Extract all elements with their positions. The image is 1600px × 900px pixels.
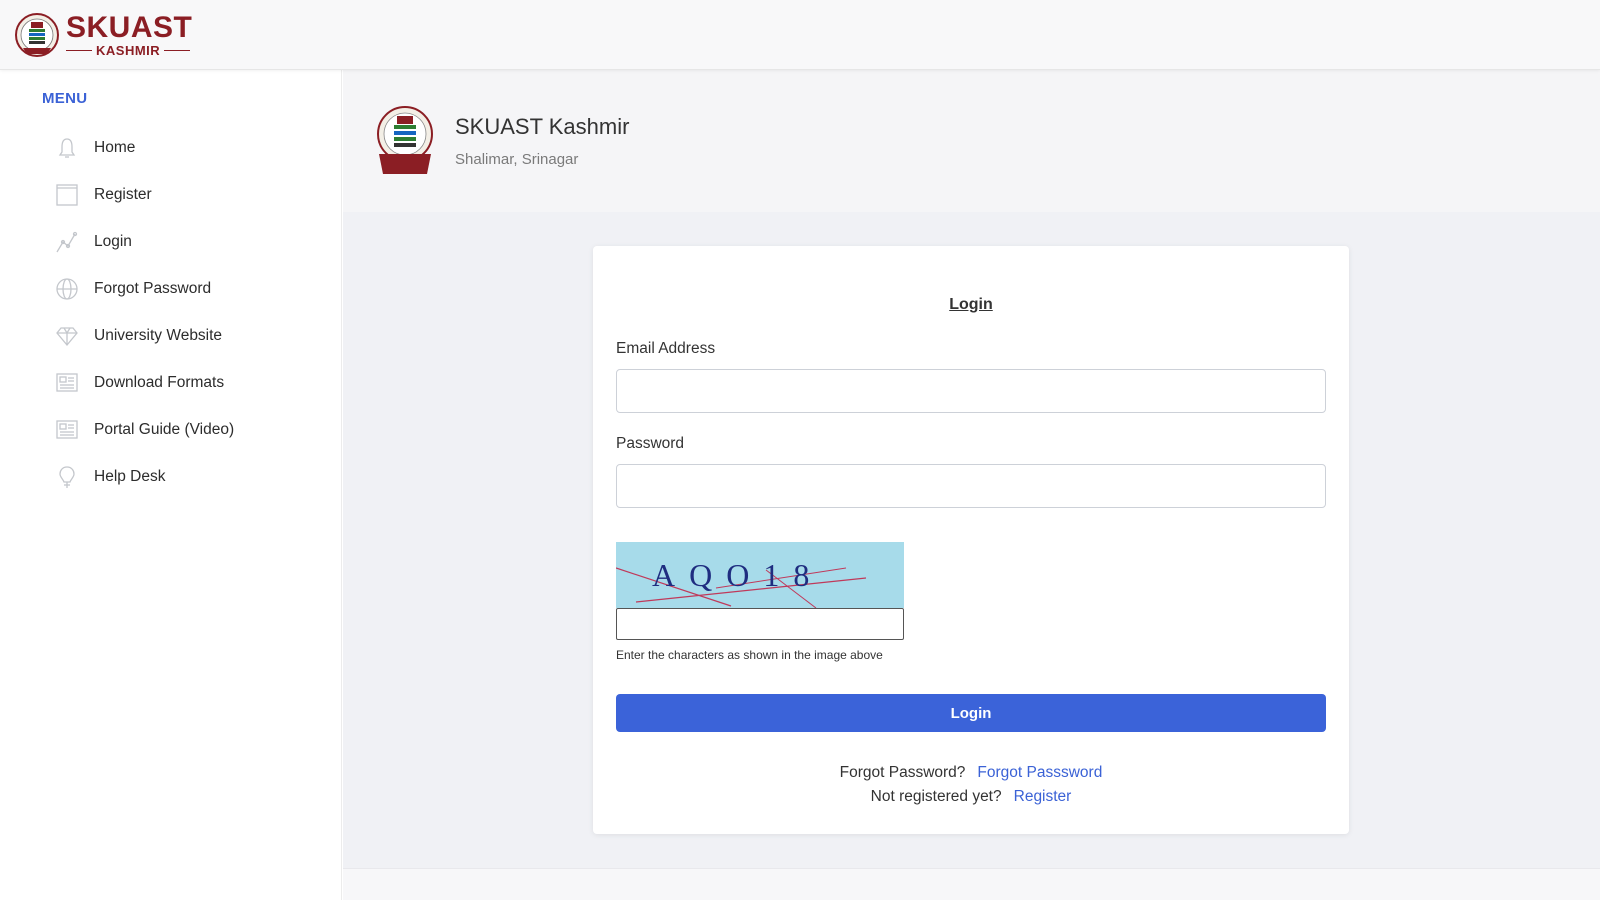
diamond-icon — [54, 323, 80, 349]
sidebar-item-university-website[interactable]: University Website — [54, 312, 234, 359]
brand-logo[interactable]: SKUAST KASHMIR — [14, 10, 192, 60]
page-title: SKUAST Kashmir — [455, 114, 630, 139]
sidebar-item-label: Forgot Password — [94, 279, 212, 297]
lightbulb-icon — [54, 464, 80, 490]
page-header: SKUAST Kashmir Shalimar, Srinagar — [343, 70, 1600, 212]
sidebar: MENU Home Register Login Forgot Password… — [14, 70, 342, 900]
graph-icon — [54, 229, 80, 255]
register-row: Not registered yet? Register — [593, 788, 1349, 806]
brand-subname: KASHMIR — [96, 43, 161, 58]
menu-list: Home Register Login Forgot Password Univ… — [54, 124, 234, 500]
sidebar-item-label: University Website — [94, 326, 223, 344]
sidebar-item-home[interactable]: Home — [54, 124, 234, 171]
globe-icon — [54, 276, 80, 302]
email-label: Email Address — [616, 340, 716, 357]
forgot-password-prompt: Forgot Password? — [839, 764, 966, 781]
register-prompt: Not registered yet? — [870, 788, 1002, 805]
sidebar-item-label: Download Formats — [94, 373, 225, 391]
sidebar-item-label: Help Desk — [94, 467, 166, 485]
password-field[interactable] — [616, 464, 1326, 508]
captcha-input[interactable] — [616, 608, 904, 640]
sidebar-item-login[interactable]: Login — [54, 218, 234, 265]
menu-heading: MENU — [42, 90, 88, 107]
sidebar-item-forgot-password[interactable]: Forgot Password — [54, 265, 234, 312]
brand-name: SKUAST — [66, 11, 193, 44]
main-content: SKUAST Kashmir Shalimar, Srinagar Login … — [343, 70, 1600, 900]
sidebar-item-register[interactable]: Register — [54, 171, 234, 218]
sidebar-item-label: Login — [94, 232, 132, 250]
forgot-password-link[interactable]: Forgot Passsword — [977, 764, 1102, 781]
captcha-text: AQO18 — [652, 557, 823, 593]
top-bar: SKUAST KASHMIR — [0, 0, 1600, 70]
sidebar-item-label: Portal Guide (Video) — [94, 420, 235, 438]
bell-icon — [54, 135, 80, 161]
sidebar-item-portal-guide[interactable]: Portal Guide (Video) — [54, 406, 234, 453]
square-icon — [54, 182, 80, 208]
captcha-graphic: AQO18 — [616, 557, 867, 608]
login-title: Login — [949, 296, 993, 313]
sidebar-item-download-formats[interactable]: Download Formats — [54, 359, 234, 406]
forgot-password-row: Forgot Password? Forgot Passsword — [593, 764, 1349, 782]
document-icon — [54, 370, 80, 396]
sidebar-item-help-desk[interactable]: Help Desk — [54, 453, 234, 500]
sidebar-item-label: Register — [94, 185, 152, 203]
page-subtitle: Shalimar, Srinagar — [455, 151, 579, 168]
university-emblem-icon — [377, 106, 433, 174]
university-emblem-icon — [15, 13, 59, 57]
captcha-image: AQO18 — [616, 542, 904, 608]
login-button[interactable]: Login — [616, 694, 1326, 732]
captcha-hint: Enter the characters as shown in the ima… — [616, 648, 883, 662]
footer — [343, 868, 1600, 900]
login-card: Login Email Address Password AQO18 Enter… — [593, 246, 1349, 834]
document-icon — [54, 417, 80, 443]
sidebar-item-label: Home — [94, 138, 136, 156]
register-link[interactable]: Register — [1014, 788, 1072, 805]
email-field[interactable] — [616, 369, 1326, 413]
password-label: Password — [616, 435, 685, 452]
